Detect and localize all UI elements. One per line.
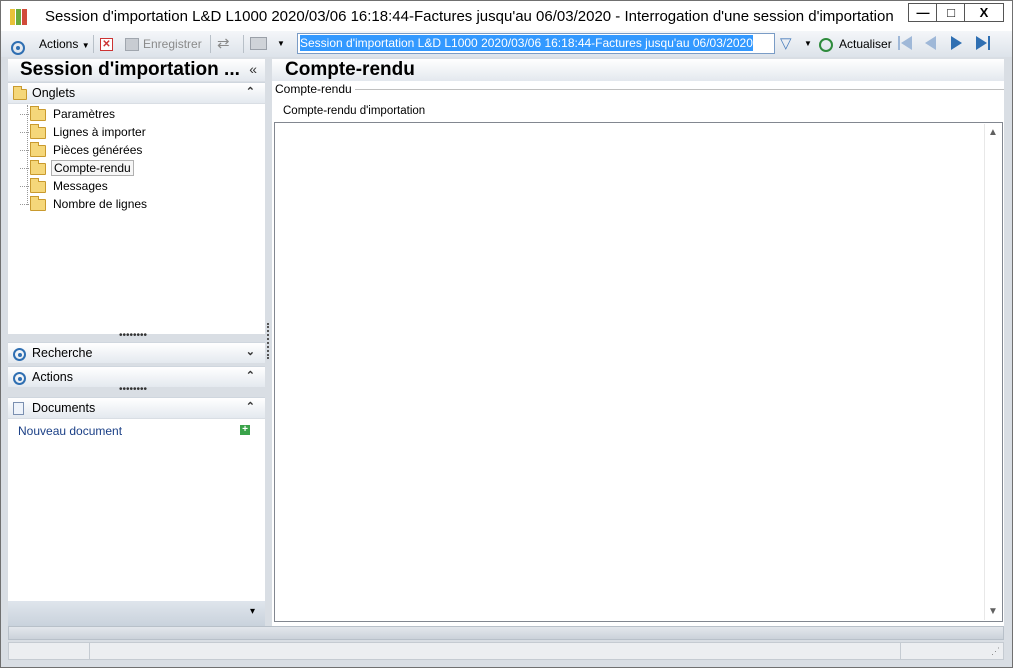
new-document-link[interactable]: Nouveau document (18, 424, 122, 438)
status-cell (90, 643, 901, 659)
resize-grip-icon[interactable]: ⋰ (991, 646, 1000, 657)
folder-icon (30, 195, 46, 211)
actions-menu-label: Actions (39, 37, 79, 51)
panel-splitter[interactable] (267, 323, 269, 359)
next-record-icon[interactable] (951, 36, 962, 50)
scroll-down-icon[interactable]: ▼ (985, 603, 1001, 620)
chevron-up-icon[interactable]: ⌃ (246, 369, 255, 382)
target-icon (13, 371, 26, 386)
chevron-down-icon[interactable]: ▾ (250, 606, 255, 617)
print-options-chevron-icon[interactable]: ▼ (277, 34, 285, 54)
tree-item-label: Paramètres (53, 107, 116, 121)
page-title: Compte-rendu (285, 59, 415, 80)
print-icon[interactable] (250, 37, 267, 50)
chevron-up-icon[interactable]: ⌃ (246, 85, 255, 98)
tree-item-pieces-generees[interactable]: Pièces générées (20, 141, 144, 159)
toolbar-separator (93, 35, 94, 53)
scroll-up-icon[interactable]: ▲ (985, 124, 1001, 141)
documents-section-header[interactable]: Documents ⌃ (8, 397, 265, 418)
tree-item-label: Lignes à importer (53, 125, 146, 139)
last-record-icon[interactable] (976, 36, 987, 50)
folder-icon (30, 105, 46, 121)
report-field-label: Compte-rendu d'importation (283, 105, 426, 117)
horizontal-bar (8, 626, 1004, 640)
documents-area: Nouveau document + (8, 419, 265, 601)
left-panel-footer: ▾ (8, 601, 265, 626)
tree-item-parametres[interactable]: Paramètres (20, 105, 117, 123)
save-icon (125, 38, 139, 52)
main-header: Compte-rendu (272, 59, 1004, 81)
group-caption: Compte-rendu (275, 82, 355, 96)
app-icon (10, 9, 27, 25)
maximize-button[interactable]: □ (936, 3, 966, 22)
title-bar: Session d'importation L&D L1000 2020/03/… (0, 0, 1013, 31)
left-panel-header: Session d'importation ... « (8, 59, 265, 81)
minimize-button[interactable]: — (908, 3, 938, 22)
tabs-section-header[interactable]: Onglets ⌃ (8, 82, 265, 103)
first-record-bar-icon (898, 36, 900, 50)
report-textarea[interactable]: ▲ ▼ (274, 122, 1003, 622)
actions-menu-button[interactable]: Actions ▼ (39, 34, 90, 54)
tree-item-label: Compte-rendu (51, 160, 134, 176)
resize-grip-icon[interactable]: •••••••• (119, 384, 147, 395)
search-section-label: Recherche (32, 346, 93, 360)
first-record-icon[interactable] (901, 36, 912, 50)
toolbar: Actions ▼ ✕ Enregistrer ⇄ ▼ Session d'im… (0, 31, 1013, 57)
folder-icon (30, 141, 46, 157)
last-record-bar-icon (988, 36, 990, 50)
tabs-tree: Paramètres Lignes à importer Pièces géné… (8, 104, 265, 334)
toolbar-separator (243, 35, 244, 53)
filter-icon[interactable]: ▽ (780, 34, 792, 54)
search-input[interactable]: Session d'importation L&D L1000 2020/03/… (297, 33, 775, 54)
tree-item-label: Pièces générées (53, 143, 143, 157)
status-cell (9, 643, 90, 659)
documents-section-label: Documents (32, 401, 96, 415)
tree-item-lignes-a-importer[interactable]: Lignes à importer (20, 123, 148, 141)
delete-icon[interactable]: ✕ (100, 38, 113, 51)
group-divider (275, 89, 1004, 90)
document-icon (13, 402, 24, 418)
chevron-down-icon[interactable]: ⌄ (246, 345, 255, 358)
search-section-header[interactable]: Recherche ⌄ (8, 342, 265, 363)
save-label: Enregistrer (143, 37, 202, 51)
folder-icon (13, 86, 27, 101)
close-button[interactable]: X (964, 3, 1004, 22)
tree-item-label: Messages (53, 179, 108, 193)
toolbar-separator (210, 35, 211, 53)
target-icon (13, 347, 26, 362)
refresh-icon (819, 37, 833, 52)
open-folder-icon (30, 159, 46, 175)
search-input-value: Session d'importation L&D L1000 2020/03/… (300, 35, 753, 51)
refresh-button[interactable]: Actualiser (819, 34, 892, 54)
chevron-down-icon: ▼ (81, 41, 90, 50)
vertical-scrollbar[interactable]: ▲ ▼ (984, 124, 1001, 620)
sync-icon[interactable]: ⇄ (217, 34, 230, 54)
tree-item-compte-rendu[interactable]: Compte-rendu (20, 159, 134, 177)
refresh-label: Actualiser (839, 37, 892, 51)
tree-item-messages[interactable]: Messages (20, 177, 110, 195)
collapse-panel-icon[interactable]: « (249, 61, 257, 77)
save-button[interactable]: Enregistrer (125, 34, 202, 54)
window-title: Session d'importation L&D L1000 2020/03/… (45, 8, 894, 25)
chevron-up-icon[interactable]: ⌃ (246, 400, 255, 413)
left-panel-title: Session d'importation ... (20, 59, 240, 80)
filter-options-chevron-icon[interactable]: ▼ (804, 34, 812, 54)
status-bar: ⋰ (8, 642, 1004, 660)
add-icon[interactable]: + (240, 425, 250, 435)
tree-item-nombre-de-lignes[interactable]: Nombre de lignes (20, 195, 149, 213)
target-icon[interactable] (11, 37, 25, 57)
actions-section-label: Actions (32, 370, 73, 384)
tabs-section-label: Onglets (32, 86, 76, 100)
folder-icon (30, 123, 46, 139)
tree-item-label: Nombre de lignes (53, 197, 148, 211)
previous-record-icon[interactable] (925, 36, 936, 50)
folder-icon (30, 177, 46, 193)
resize-grip-icon[interactable]: •••••••• (119, 330, 147, 341)
